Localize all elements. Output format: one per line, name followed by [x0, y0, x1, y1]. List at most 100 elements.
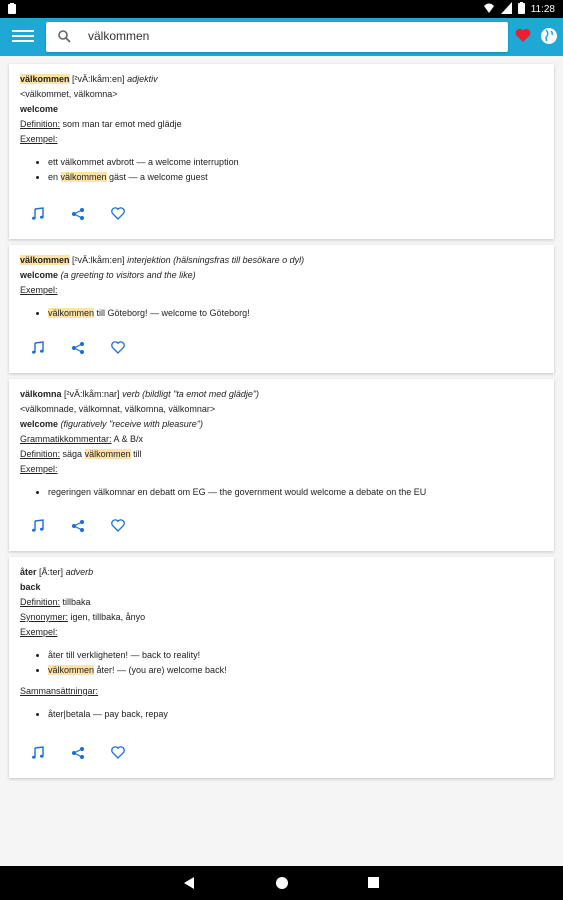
synonyms-text: igen, tillbaka, ånyo — [70, 612, 146, 622]
definition-text: som man tar emot med glädje — [62, 119, 182, 129]
signal-icon — [500, 2, 512, 17]
example-item: välkommen till Göteborg! — welcome to Gö… — [48, 306, 543, 321]
music-note-icon[interactable] — [31, 746, 45, 760]
heart-outline-icon[interactable] — [111, 207, 125, 221]
translation-note: (figuratively "receive with pleasure") — [60, 419, 203, 429]
entry-headline: åter [Å:ter] adverb — [20, 565, 543, 580]
definition-text: till — [130, 449, 142, 459]
entry-pronunciation: [²vÄ:lkåm:en] — [72, 255, 125, 265]
entry-synonyms: Synonymer: igen, tillbaka, ånyo — [20, 610, 543, 625]
definition-highlight: välkommen — [84, 449, 131, 459]
share-icon[interactable] — [71, 519, 85, 533]
entry-card: välkommen [²vÄ:lkåm:en] adjektiv <välkom… — [9, 64, 554, 239]
entry-definition: Definition: som man tar emot med glädje — [20, 117, 543, 132]
entry-pos: adverb — [65, 567, 94, 577]
language-globe-icon[interactable] — [540, 27, 558, 50]
example-text: åter till verkligheten! — back to realit… — [48, 650, 201, 660]
definition-label: Definition: — [20, 119, 61, 129]
exempel-label: Exempel: — [20, 464, 58, 474]
example-item: välkommen åter! — (you are) welcome back… — [48, 663, 543, 678]
entry-translation: welcome — [20, 104, 59, 114]
grammar-label: Grammatikkommentar: — [20, 434, 112, 444]
entry-pos: interjektion (hälsningsfras till besökar… — [127, 255, 305, 265]
entry-translation-line: welcome (figuratively "receive with plea… — [20, 417, 543, 432]
example-text: åter! — (you are) welcome back! — [94, 665, 227, 675]
entry-pos: adjektiv — [127, 74, 158, 84]
entry-pronunciation: [²vÄ:lkåm:nar] — [64, 389, 120, 399]
example-item: en välkommen gäst — a welcome guest — [48, 170, 543, 185]
navigation-bar — [0, 866, 563, 900]
search-bar[interactable] — [46, 22, 508, 52]
compounds-label: Sammansättningar: — [20, 686, 99, 696]
entry-forms: <välkommet, välkomna> — [20, 89, 118, 99]
definition-text: säga — [62, 449, 85, 459]
example-item: ett välkommet avbrott — a welcome interr… — [48, 155, 543, 170]
example-item: åter till verkligheten! — back to realit… — [48, 648, 543, 663]
example-text: gäst — a welcome guest — [106, 172, 208, 182]
entry-forms: <välkomnade, välkomnat, välkomna, välkom… — [20, 404, 216, 414]
entry-headline: välkommen [²vÄ:lkåm:en] adjektiv — [20, 72, 543, 87]
compound-item: åter|betala — pay back, repay — [48, 707, 543, 722]
compounds-list: åter|betala — pay back, repay — [20, 707, 543, 722]
example-highlight: välkommen — [48, 665, 95, 675]
entry-word: välkommen — [20, 255, 70, 265]
exempel-label: Exempel: — [20, 285, 58, 295]
wifi-icon — [483, 2, 495, 17]
definition-label: Definition: — [20, 597, 61, 607]
notification-icon — [8, 3, 16, 17]
entry-card: välkommen [²vÄ:lkåm:en] interjektion (hä… — [9, 245, 554, 373]
entry-pos: verb (bildligt "ta emot med glädje") — [122, 389, 260, 399]
entry-definition: Definition: säga välkommen till — [20, 447, 543, 462]
battery-icon — [517, 2, 525, 17]
entry-card: välkomna [²vÄ:lkåm:nar] verb (bildligt "… — [9, 379, 554, 551]
entry-pronunciation: [Å:ter] — [39, 567, 64, 577]
entry-headline: välkommen [²vÄ:lkåm:en] interjektion (hä… — [20, 253, 543, 268]
status-bar: 11:28 — [0, 0, 563, 18]
heart-outline-icon[interactable] — [111, 341, 125, 355]
entry-card: åter [Å:ter] adverb back Definition: til… — [9, 557, 554, 778]
example-list: åter till verkligheten! — back to realit… — [20, 648, 543, 678]
entry-word: välkommen — [20, 74, 70, 84]
results-list: välkommen [²vÄ:lkåm:en] adjektiv <välkom… — [0, 56, 563, 866]
entry-headline: välkomna [²vÄ:lkåm:nar] verb (bildligt "… — [20, 387, 543, 402]
favorites-heart-icon[interactable] — [515, 28, 531, 48]
entry-grammar: Grammatikkommentar: A & B/x — [20, 432, 543, 447]
share-icon[interactable] — [71, 207, 85, 221]
example-text: regeringen välkomnar en debatt om EG — t… — [48, 487, 427, 497]
recent-apps-icon[interactable] — [368, 877, 379, 888]
definition-text: tillbaka — [62, 597, 91, 607]
exempel-label: Exempel: — [20, 134, 58, 144]
example-text: ett välkommet avbrott — a welcome interr… — [48, 157, 239, 167]
clock: 11:28 — [530, 4, 555, 15]
example-list: ett välkommet avbrott — a welcome interr… — [20, 155, 543, 185]
home-icon[interactable] — [276, 877, 288, 889]
example-highlight: välkommen — [60, 172, 107, 182]
music-note-icon[interactable] — [31, 341, 45, 355]
entry-translation: back — [20, 582, 41, 592]
share-icon[interactable] — [71, 341, 85, 355]
entry-word: välkomna — [20, 389, 62, 399]
heart-outline-icon[interactable] — [111, 746, 125, 760]
music-note-icon[interactable] — [31, 519, 45, 533]
search-icon — [58, 30, 71, 43]
example-text: till Göteborg! — welcome to Göteborg! — [94, 308, 250, 318]
music-note-icon[interactable] — [31, 207, 45, 221]
exempel-label: Exempel: — [20, 627, 58, 637]
entry-translation: welcome — [20, 270, 59, 280]
entry-definition: Definition: tillbaka — [20, 595, 543, 610]
menu-icon[interactable] — [12, 27, 34, 47]
app-bar — [0, 18, 563, 56]
entry-pronunciation: [²vÄ:lkåm:en] — [72, 74, 125, 84]
example-list: välkommen till Göteborg! — welcome to Gö… — [20, 306, 543, 321]
back-icon[interactable] — [184, 877, 194, 889]
entry-word: åter — [20, 567, 37, 577]
definition-label: Definition: — [20, 449, 61, 459]
search-input[interactable] — [86, 28, 490, 44]
synonyms-label: Synonymer: — [20, 612, 69, 622]
example-highlight: välkommen — [48, 308, 95, 318]
entry-translation-line: welcome (a greeting to visitors and the … — [20, 268, 543, 283]
translation-note: (a greeting to visitors and the like) — [60, 270, 196, 280]
share-icon[interactable] — [71, 746, 85, 760]
heart-outline-icon[interactable] — [111, 519, 125, 533]
example-item: regeringen välkomnar en debatt om EG — t… — [48, 485, 543, 500]
